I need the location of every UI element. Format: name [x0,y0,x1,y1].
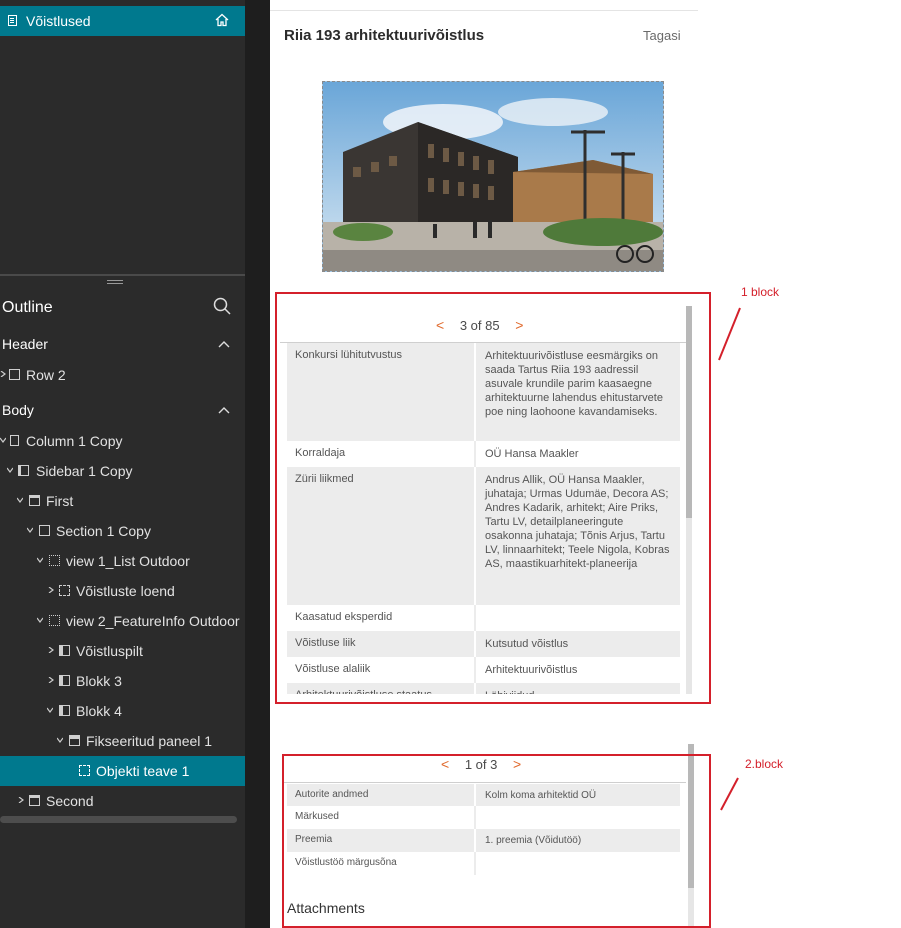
views-icon [39,525,50,536]
tree-node-row-2[interactable]: Row 2 [0,360,245,390]
tree-node-section-1-copy[interactable]: Section 1 Copy [0,516,245,546]
chevron-down-icon[interactable] [0,437,6,443]
tree-node-label: Sidebar 1 Copy [36,463,133,479]
row-icon [9,369,20,380]
chevron-down-icon[interactable] [7,467,13,473]
annotation-line [718,307,741,361]
block1-annotation: 1 block [741,285,780,299]
outline-body-section[interactable]: Body [2,402,34,418]
page-item-voistlused[interactable]: Võistlused [0,6,245,36]
tree-node-label: Column 1 Copy [26,433,123,449]
tree-node-second[interactable]: Second [0,786,245,816]
tree-node-voistluspilt[interactable]: Võistluspilt [0,636,245,666]
tree-node-label: First [46,493,74,509]
chevron-right-icon[interactable] [18,797,24,803]
widget-icon [59,675,70,686]
widget-icon [59,705,70,716]
sidebar-icon [18,465,29,476]
tree-node-label: Võistluste loend [76,583,175,599]
section-icon [29,495,40,506]
horizontal-scrollbar[interactable] [0,816,237,823]
building-photo-icon [323,82,663,271]
tree-node-blokk-4[interactable]: Blokk 4 [0,696,245,726]
tree-node-label: Section 1 Copy [56,523,151,539]
view-icon [49,615,60,626]
home-icon[interactable] [215,13,229,27]
tree-node-column-1-copy[interactable]: Column 1 Copy [0,426,245,456]
chevron-down-icon[interactable] [37,557,43,563]
tree-node-label: view 2_FeatureInfo Outdoor [66,613,240,629]
tree-node-label: view 1_List Outdoor [66,553,190,569]
drag-handle[interactable] [107,280,123,281]
chevron-down-icon[interactable] [57,737,63,743]
block1-highlight [275,292,711,704]
chevron-down-icon[interactable] [27,527,33,533]
tree-node-view-2-featureinfo-outdoor[interactable]: view 2_FeatureInfo Outdoor [0,606,245,636]
block2-annotation: 2.block [745,757,784,771]
tree-node-blokk-3[interactable]: Blokk 3 [0,666,245,696]
widget-icon [59,645,70,656]
panel-icon [69,735,80,746]
view-icon [49,555,60,566]
chevron-down-icon[interactable] [47,707,53,713]
section-icon [29,795,40,806]
chevron-down-icon[interactable] [37,617,43,623]
tree-node-label: Blokk 3 [76,673,122,689]
annotation-line [720,777,739,811]
search-icon[interactable] [213,297,231,315]
column-icon [10,435,19,446]
competition-photo [322,81,664,272]
panel-divider [245,0,270,928]
chevron-up-icon[interactable] [218,406,230,414]
tree-node-label: Objekti teave 1 [96,763,190,779]
tree-node-label: Blokk 4 [76,703,122,719]
tree-node-sidebar-1-copy[interactable]: Sidebar 1 Copy [0,456,245,486]
block2-highlight [282,754,711,928]
page-icon [8,15,17,26]
chevron-down-icon[interactable] [17,497,23,503]
tree-node-fikseeritud-paneel-1[interactable]: Fikseeritud paneel 1 [0,726,245,756]
tree-node-voistluste-loend[interactable]: Võistluste loend [0,576,245,606]
outline-title: Outline [2,299,53,316]
tree-node-label: Võistluspilt [76,643,143,659]
page-title: Riia 193 arhitektuurivõistlus [284,27,485,44]
feature-info-icon [79,765,90,776]
editor-sidebar: Võistlused Outline Header Row 2 Body Col… [0,0,245,928]
outline-header-section[interactable]: Header [2,336,48,352]
chevron-right-icon[interactable] [0,371,6,377]
chevron-right-icon[interactable] [48,587,54,593]
page-item-label: Võistlused [26,13,91,29]
tree-node-label: Row 2 [26,367,66,383]
list-icon [59,585,70,596]
header-divider [270,10,698,11]
tree-node-view-1-list-outdoor[interactable]: view 1_List Outdoor [0,546,245,576]
tree-node-label: Fikseeritud paneel 1 [86,733,213,749]
back-link[interactable]: Tagasi [643,28,681,43]
tree-node-label: Second [46,793,94,809]
chevron-right-icon[interactable] [48,647,54,653]
chevron-right-icon[interactable] [48,677,54,683]
chevron-up-icon[interactable] [218,340,230,348]
panel-splitter[interactable] [0,274,245,276]
tree-node-first[interactable]: First [0,486,245,516]
tree-node-objekti-teave-1[interactable]: Objekti teave 1 [0,756,245,786]
